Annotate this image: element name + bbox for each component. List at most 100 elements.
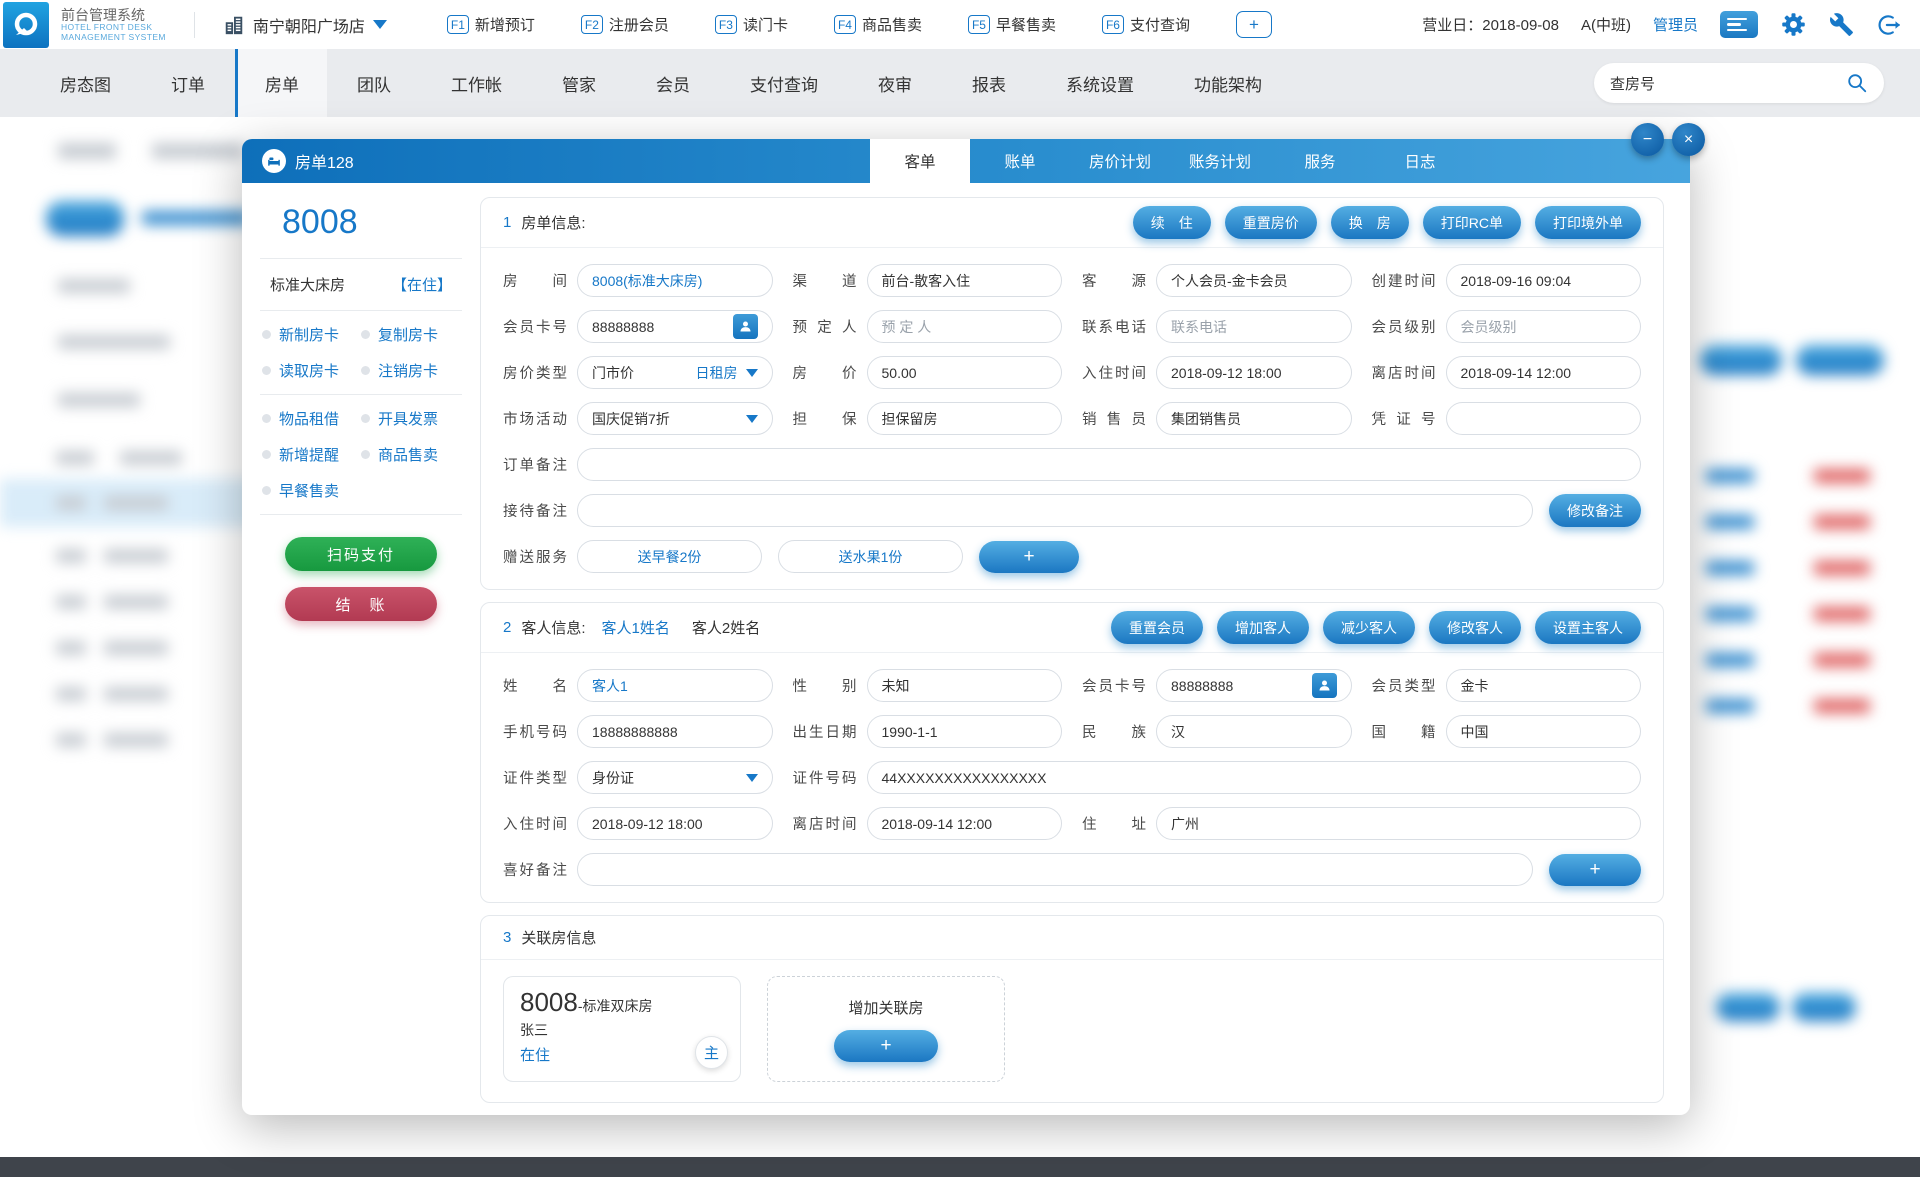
nav-tab-night-audit[interactable]: 夜审 <box>848 49 942 117</box>
print-overseas-button[interactable]: 打印境外单 <box>1535 206 1641 239</box>
nav-tab-system-settings[interactable]: 系统设置 <box>1036 49 1164 117</box>
f2-register-member-button[interactable]: F2 注册会员 <box>581 14 669 35</box>
add-preference-button[interactable]: + <box>1549 854 1641 886</box>
scan-pay-button[interactable]: 扫码支付 <box>285 537 437 571</box>
member-level-input[interactable]: 会员级别 <box>1446 310 1642 343</box>
sidebar-link-rent-items[interactable]: 物品租借 <box>262 408 361 429</box>
add-linked-room-card[interactable]: 增加关联房 + <box>767 976 1005 1082</box>
booker-input[interactable]: 预 定 人 <box>867 310 1063 343</box>
contact-phone-input[interactable]: 联系电话 <box>1156 310 1352 343</box>
modal-tab-account-plan[interactable]: 账务计划 <box>1170 139 1270 183</box>
sidebar-link-goods-sale[interactable]: 商品售卖 <box>361 444 460 465</box>
modal-tab-rate-plan[interactable]: 房价计划 <box>1070 139 1170 183</box>
f6-payment-query-button[interactable]: F6 支付查询 <box>1102 14 1190 35</box>
close-button[interactable]: × <box>1672 123 1705 156</box>
f3-read-door-card-button[interactable]: F3 读门卡 <box>715 14 788 35</box>
checkout-time-input[interactable]: 2018-09-14 12:00 <box>1446 356 1642 389</box>
gift-fruit-chip[interactable]: 送水果1份 <box>778 540 963 573</box>
guest-checkin-input[interactable]: 2018-09-12 18:00 <box>577 807 773 840</box>
nav-tab-room-status-map[interactable]: 房态图 <box>30 49 141 117</box>
wrench-icon[interactable] <box>1829 12 1854 37</box>
nationality-input[interactable]: 中国 <box>1446 715 1642 748</box>
nav-tab-groups[interactable]: 团队 <box>327 49 421 117</box>
channel-input[interactable]: 前台-散客入住 <box>867 264 1063 297</box>
modal-tab-bill[interactable]: 账单 <box>970 139 1070 183</box>
modal-tab-service[interactable]: 服务 <box>1270 139 1370 183</box>
member-card-input[interactable]: 88888888 <box>577 310 773 343</box>
reception-remark-input[interactable] <box>577 494 1533 527</box>
sidebar-link-read-card[interactable]: 读取房卡 <box>262 360 361 381</box>
print-rc-button[interactable]: 打印RC单 <box>1423 206 1521 239</box>
reset-rate-button[interactable]: 重置房价 <box>1225 206 1317 239</box>
modify-guest-button[interactable]: 修改客人 <box>1429 611 1521 644</box>
add-guest-button[interactable]: 增加客人 <box>1217 611 1309 644</box>
nav-tab-members[interactable]: 会员 <box>626 49 720 117</box>
add-linked-room-button[interactable]: + <box>834 1030 938 1062</box>
shift-panel-icon[interactable] <box>1720 11 1758 38</box>
ethnicity-input[interactable]: 汉 <box>1156 715 1352 748</box>
extend-stay-button[interactable]: 续 住 <box>1133 206 1211 239</box>
nav-tab-housekeeping[interactable]: 管家 <box>532 49 626 117</box>
f1-new-reservation-button[interactable]: F1 新增预订 <box>447 14 535 35</box>
campaign-select[interactable]: 国庆促销7折 <box>577 402 773 435</box>
sidebar-link-add-reminder[interactable]: 新增提醒 <box>262 444 361 465</box>
nav-tab-payment-query[interactable]: 支付查询 <box>720 49 848 117</box>
gender-input[interactable]: 未知 <box>867 669 1063 702</box>
sidebar-link-breakfast-sale[interactable]: 早餐售卖 <box>262 480 361 501</box>
created-time-input[interactable]: 2018-09-16 09:04 <box>1446 264 1642 297</box>
birthday-input[interactable]: 1990-1-1 <box>867 715 1063 748</box>
preference-remark-input[interactable] <box>577 853 1533 886</box>
room-price-input[interactable]: 50.00 <box>867 356 1063 389</box>
gear-icon[interactable] <box>1780 11 1807 38</box>
gift-breakfast-chip[interactable]: 送早餐2份 <box>577 540 762 573</box>
search-icon[interactable] <box>1846 72 1868 94</box>
minimize-button[interactable]: − <box>1631 123 1664 156</box>
guest-name-input[interactable]: 客人1 <box>577 669 773 702</box>
rate-type-select[interactable]: 门市价 日租房 <box>577 356 773 389</box>
reset-member-button[interactable]: 重置会员 <box>1111 611 1203 644</box>
checkout-button[interactable]: 结 账 <box>285 587 437 621</box>
modal-tab-guest-order[interactable]: 客单 <box>870 139 970 183</box>
user-role-link[interactable]: 管理员 <box>1653 14 1698 35</box>
linked-room-card[interactable]: 8008 -标准双床房 张三 在住 主 <box>503 976 741 1082</box>
salesperson-input[interactable]: 集团销售员 <box>1156 402 1352 435</box>
address-input[interactable]: 广州 <box>1156 807 1641 840</box>
room-input[interactable]: 8008(标准大床房) <box>577 264 773 297</box>
set-main-guest-button[interactable]: 设置主客人 <box>1535 611 1641 644</box>
member-profile-icon[interactable] <box>1312 673 1337 698</box>
room-search-input[interactable]: 查房号 <box>1594 63 1884 103</box>
add-gift-button[interactable]: + <box>979 541 1079 573</box>
sidebar-link-invoice[interactable]: 开具发票 <box>361 408 460 429</box>
nav-tab-work-account[interactable]: 工作帐 <box>421 49 532 117</box>
voucher-no-input[interactable] <box>1446 402 1642 435</box>
sidebar-link-copy-card[interactable]: 复制房卡 <box>361 324 460 345</box>
change-room-button[interactable]: 换 房 <box>1331 206 1409 239</box>
guest-checkout-input[interactable]: 2018-09-14 12:00 <box>867 807 1063 840</box>
member-type-input[interactable]: 金卡 <box>1446 669 1642 702</box>
id-number-input[interactable]: 44XXXXXXXXXXXXXXXX <box>867 761 1642 794</box>
id-type-select[interactable]: 身份证 <box>577 761 773 794</box>
guest-tab-1[interactable]: 客人1姓名 <box>602 617 670 638</box>
sidebar-link-new-card[interactable]: 新制房卡 <box>262 324 361 345</box>
guest-member-card-input[interactable]: 88888888 <box>1156 669 1352 702</box>
nav-tab-orders[interactable]: 订单 <box>141 49 235 117</box>
guest-source-input[interactable]: 个人会员-金卡会员 <box>1156 264 1352 297</box>
nav-tab-reports[interactable]: 报表 <box>942 49 1036 117</box>
f4-goods-sale-button[interactable]: F4 商品售卖 <box>834 14 922 35</box>
nav-tab-function-structure[interactable]: 功能架构 <box>1164 49 1292 117</box>
member-profile-icon[interactable] <box>733 314 758 339</box>
modify-remark-button[interactable]: 修改备注 <box>1549 494 1641 527</box>
more-shortcuts-button[interactable]: + <box>1236 11 1272 38</box>
logout-icon[interactable] <box>1876 12 1902 38</box>
guarantee-input[interactable]: 担保留房 <box>867 402 1063 435</box>
modal-tab-log[interactable]: 日志 <box>1370 139 1470 183</box>
nav-tab-room-orders[interactable]: 房单 <box>235 49 327 117</box>
checkin-time-input[interactable]: 2018-09-12 18:00 <box>1156 356 1352 389</box>
f5-breakfast-sale-button[interactable]: F5 早餐售卖 <box>968 14 1056 35</box>
order-remark-input[interactable] <box>577 448 1641 481</box>
guest-tab-2[interactable]: 客人2姓名 <box>692 617 760 638</box>
remove-guest-button[interactable]: 减少客人 <box>1323 611 1415 644</box>
mobile-input[interactable]: 18888888888 <box>577 715 773 748</box>
sidebar-link-cancel-card[interactable]: 注销房卡 <box>361 360 460 381</box>
store-selector[interactable]: 南宁朝阳广场店 <box>223 13 387 37</box>
